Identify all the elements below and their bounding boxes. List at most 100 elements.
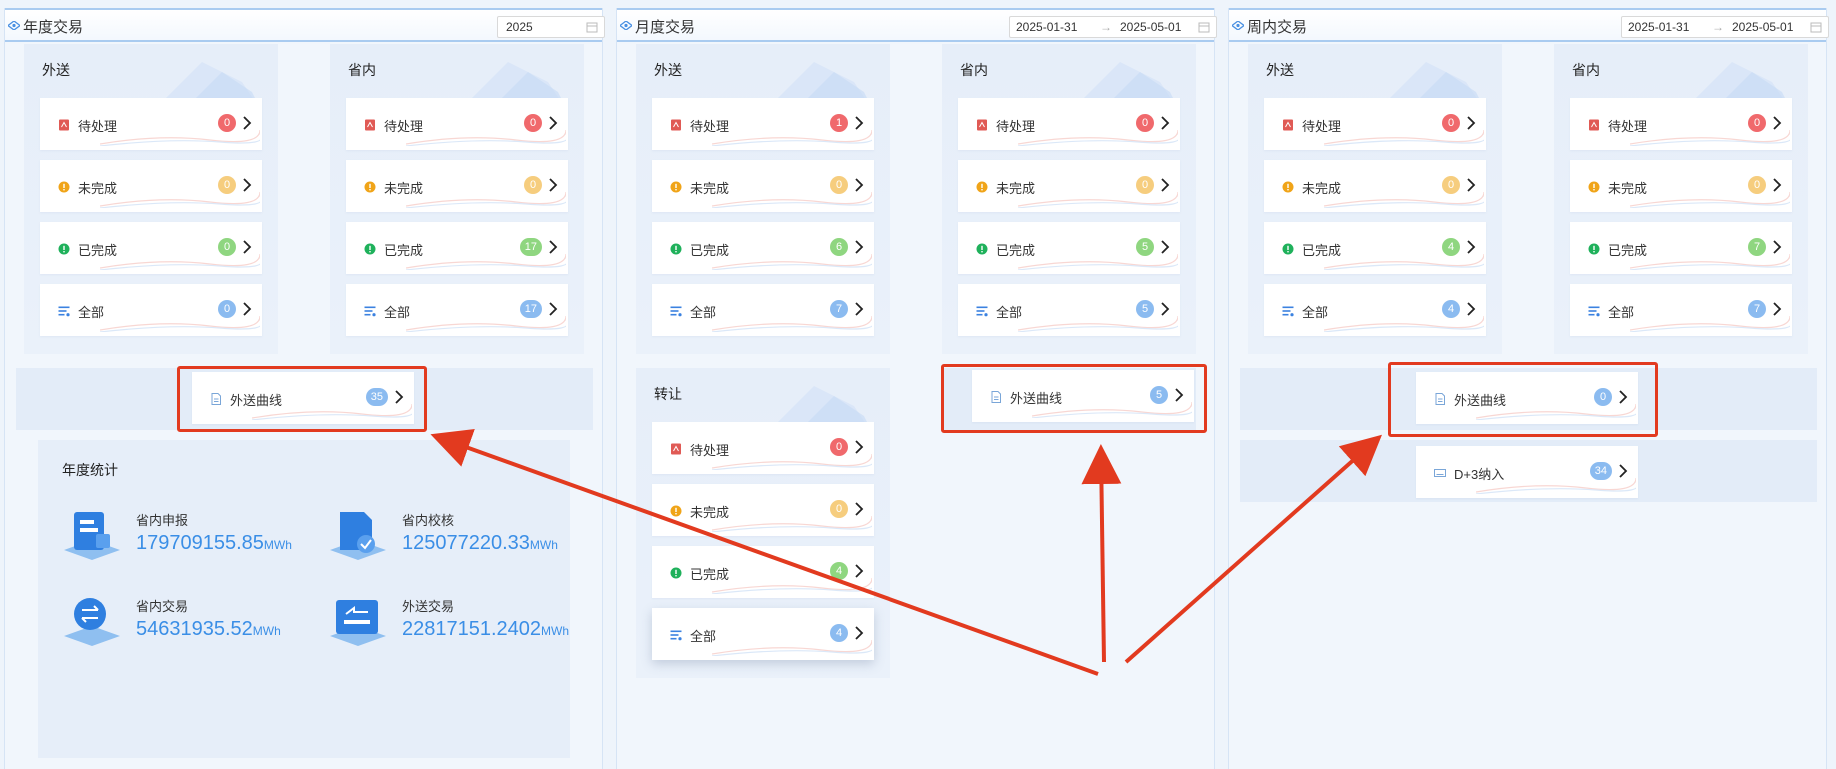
wave-decor [1629,190,1793,209]
list-icon [670,628,682,641]
calendar-icon [586,22,598,33]
monthly-outbound-card-pending[interactable]: 待处理 1 [652,98,875,150]
calendar-icon [1198,22,1210,33]
wave-decor [711,190,875,209]
card-label: 全部 [690,305,717,320]
chevron-right-icon [548,115,558,131]
wave-decor [1629,314,1793,333]
wave-decor [405,128,569,147]
chevron-right-icon [1466,239,1476,255]
count-badge: 34 [1589,462,1612,480]
weekly-province-card-all[interactable]: 全部 7 [1570,284,1793,336]
warning-orange-icon [1588,180,1600,193]
wave-decor [711,314,875,333]
list-icon [58,304,70,317]
warning-orange-icon [670,504,682,517]
info-green-icon [670,566,682,579]
list-icon [364,304,376,317]
chevron-right-icon [1772,177,1782,193]
monthly-panel-header: 月度交易 2025-01-31 → 2025-05-01 [617,8,1217,42]
weekly-outbound-card-done[interactable]: 已完成 4 [1264,222,1487,274]
weekly-province-card-done[interactable]: 已完成 7 [1570,222,1793,274]
card-label: 待处理 [384,119,424,134]
pdf-red-icon [670,118,682,131]
weekly-province-card-pending[interactable]: 待处理 0 [1570,98,1793,150]
chevron-right-icon [1160,115,1170,131]
weekly-d3-button[interactable]: D+3纳入 34 [1416,446,1639,498]
group-title: 外送 [42,62,70,78]
eye-diamond-icon [1232,21,1244,30]
annual-outbound-card-pending[interactable]: 待处理 0 [40,98,263,150]
wave-decor [1323,314,1487,333]
highlight-box-weekly-curve [1388,362,1658,437]
chevron-right-icon [854,301,864,317]
count-badge: 0 [1748,114,1766,132]
stats-title: 年度统计 [62,462,118,478]
monthly-province-card-pending[interactable]: 待处理 0 [958,98,1181,150]
chevron-right-icon [1160,239,1170,255]
count-badge: 0 [524,176,542,194]
count-badge: 0 [1442,114,1460,132]
date-range-picker[interactable]: 2025-01-31 → 2025-05-01 [1009,16,1217,38]
wave-decor [1017,128,1181,147]
warning-orange-icon [976,180,988,193]
stat-value: 54631935.52MWh [136,618,281,640]
document-check-icon [330,512,386,560]
monthly-transfer-card-incomplete[interactable]: 未完成 0 [652,484,875,536]
weekly-panel-header: 周内交易 2025-01-31 → 2025-05-01 [1229,8,1829,42]
annual-province-card-incomplete[interactable]: 未完成 0 [346,160,569,212]
annual-outbound-card-done[interactable]: 已完成 0 [40,222,263,274]
weekly-province-card-incomplete[interactable]: 未完成 0 [1570,160,1793,212]
card-label: 未完成 [384,181,424,196]
chevron-right-icon [1160,301,1170,317]
weekly-outbound-card-all[interactable]: 全部 4 [1264,284,1487,336]
card-label: 已完成 [690,243,730,258]
weekly-outbound-card-pending[interactable]: 待处理 0 [1264,98,1487,150]
monthly-outbound-card-all[interactable]: 全部 7 [652,284,875,336]
monthly-province-card-done[interactable]: 已完成 5 [958,222,1181,274]
count-badge: 0 [1442,176,1460,194]
date-end: 2025-05-01 [1732,20,1794,34]
card-label: 未完成 [1608,181,1648,196]
wave-decor [1323,252,1487,271]
card-label: 已完成 [1608,243,1648,258]
annual-outbound-card-incomplete[interactable]: 未完成 0 [40,160,263,212]
card-label: 待处理 [1608,119,1648,134]
card-label: 全部 [78,305,105,320]
monthly-outbound-card-incomplete[interactable]: 未完成 0 [652,160,875,212]
group-title: 省内 [1572,62,1600,78]
count-badge: 0 [1748,176,1766,194]
stat-label: 省内交易 [136,599,189,614]
card-label: 未完成 [1302,181,1342,196]
monthly-transfer-card-done[interactable]: 已完成 4 [652,546,875,598]
chevron-right-icon [1618,463,1628,479]
panel-title: 月度交易 [635,19,696,36]
report-icon [64,512,120,560]
monthly-transfer-card-pending[interactable]: 待处理 0 [652,422,875,474]
weekly-outbound-card-incomplete[interactable]: 未完成 0 [1264,160,1487,212]
annual-province-card-done[interactable]: 已完成 17 [346,222,569,274]
year-picker[interactable]: 2025 [497,16,605,38]
pdf-red-icon [976,118,988,131]
count-badge: 0 [1136,114,1154,132]
chevron-right-icon [854,439,864,455]
annual-province-card-all[interactable]: 全部 17 [346,284,569,336]
monthly-province-card-all[interactable]: 全部 5 [958,284,1181,336]
stat-value: 22817151.2402MWh [402,618,570,640]
wave-decor [1629,128,1793,147]
annual-province-card-pending[interactable]: 待处理 0 [346,98,569,150]
date-range-picker[interactable]: 2025-01-31 → 2025-05-01 [1621,16,1829,38]
monthly-outbound-card-done[interactable]: 已完成 6 [652,222,875,274]
chevron-right-icon [1466,301,1476,317]
monthly-transfer-card-all[interactable]: 全部 4 [652,608,875,660]
count-badge: 6 [830,238,848,256]
wave-decor [711,452,875,471]
monthly-province-card-incomplete[interactable]: 未完成 0 [958,160,1181,212]
card-label: 已完成 [78,243,118,258]
count-badge: 7 [1748,238,1766,256]
annual-outbound-card-all[interactable]: 全部 0 [40,284,263,336]
wave-decor [1017,252,1181,271]
pdf-red-icon [1282,118,1294,131]
count-badge: 17 [519,238,542,256]
card-label: 未完成 [690,181,730,196]
